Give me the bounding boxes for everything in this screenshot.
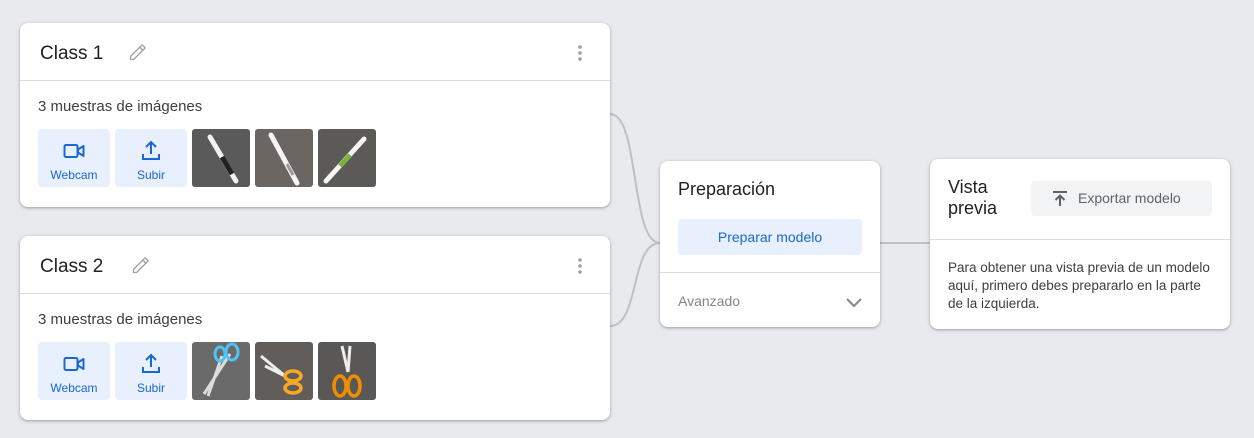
divider [930, 239, 1230, 240]
advanced-label[interactable]: Avanzado [678, 293, 740, 309]
train-model-button[interactable]: Preparar modelo [678, 219, 862, 255]
upload-button[interactable]: Subir [115, 129, 187, 187]
scissors-image [318, 342, 376, 400]
training-title: Preparación [678, 179, 776, 199]
export-upload-icon [1053, 191, 1067, 206]
preview-message: Para obtener una vista previa de un mode… [948, 260, 1210, 311]
upload-icon [142, 353, 160, 373]
preview-title: Vista previa [948, 177, 998, 218]
edit-pencil-icon[interactable] [128, 42, 148, 62]
pen-image [255, 129, 313, 187]
webcam-button[interactable]: Webcam [38, 342, 110, 400]
webcam-button[interactable]: Webcam [38, 129, 110, 187]
pen-image [318, 129, 376, 187]
sample-thumbnail[interactable] [255, 342, 313, 400]
sample-thumbnail[interactable] [192, 129, 250, 187]
more-options-icon[interactable] [570, 256, 590, 276]
upload-label: Subir [136, 168, 165, 182]
sample-thumbnail[interactable] [318, 342, 376, 400]
webcam-label: Webcam [50, 168, 98, 182]
preview-card: Vista previa Exportar modelo Para obtene… [930, 159, 1230, 329]
class-card-header: Class 2 [20, 236, 610, 294]
upload-button[interactable]: Subir [115, 342, 187, 400]
class-title[interactable]: Class 1 [40, 42, 103, 66]
chevron-down-icon[interactable] [844, 292, 864, 312]
divider [660, 272, 880, 273]
upload-icon [142, 140, 160, 160]
export-model-button[interactable]: Exportar modelo [1031, 181, 1212, 216]
class-title[interactable]: Class 2 [40, 255, 103, 279]
sample-thumbnail[interactable] [255, 129, 313, 187]
scissors-image [192, 342, 250, 400]
webcam-label: Webcam [50, 381, 98, 395]
video-camera-icon [63, 144, 85, 158]
video-camera-icon [63, 357, 85, 371]
upload-label: Subir [136, 381, 165, 395]
more-options-icon[interactable] [570, 43, 590, 63]
class-card-2: Class 2 3 muestras de imágenes Webcam Su… [20, 236, 610, 420]
sample-count: 3 muestras de imágenes [38, 98, 203, 115]
sample-count: 3 muestras de imágenes [38, 311, 203, 328]
export-label: Exportar modelo [1078, 190, 1181, 206]
training-card: Preparación Preparar modelo Avanzado [660, 161, 880, 327]
class-card-1: Class 1 3 muestras de imágenes Webcam Su… [20, 23, 610, 207]
sample-thumbnail[interactable] [318, 129, 376, 187]
class-card-header: Class 1 [20, 23, 610, 81]
edit-pencil-icon[interactable] [131, 255, 151, 275]
sample-thumbnail[interactable] [192, 342, 250, 400]
scissors-image [255, 342, 313, 400]
pen-image [192, 129, 250, 187]
